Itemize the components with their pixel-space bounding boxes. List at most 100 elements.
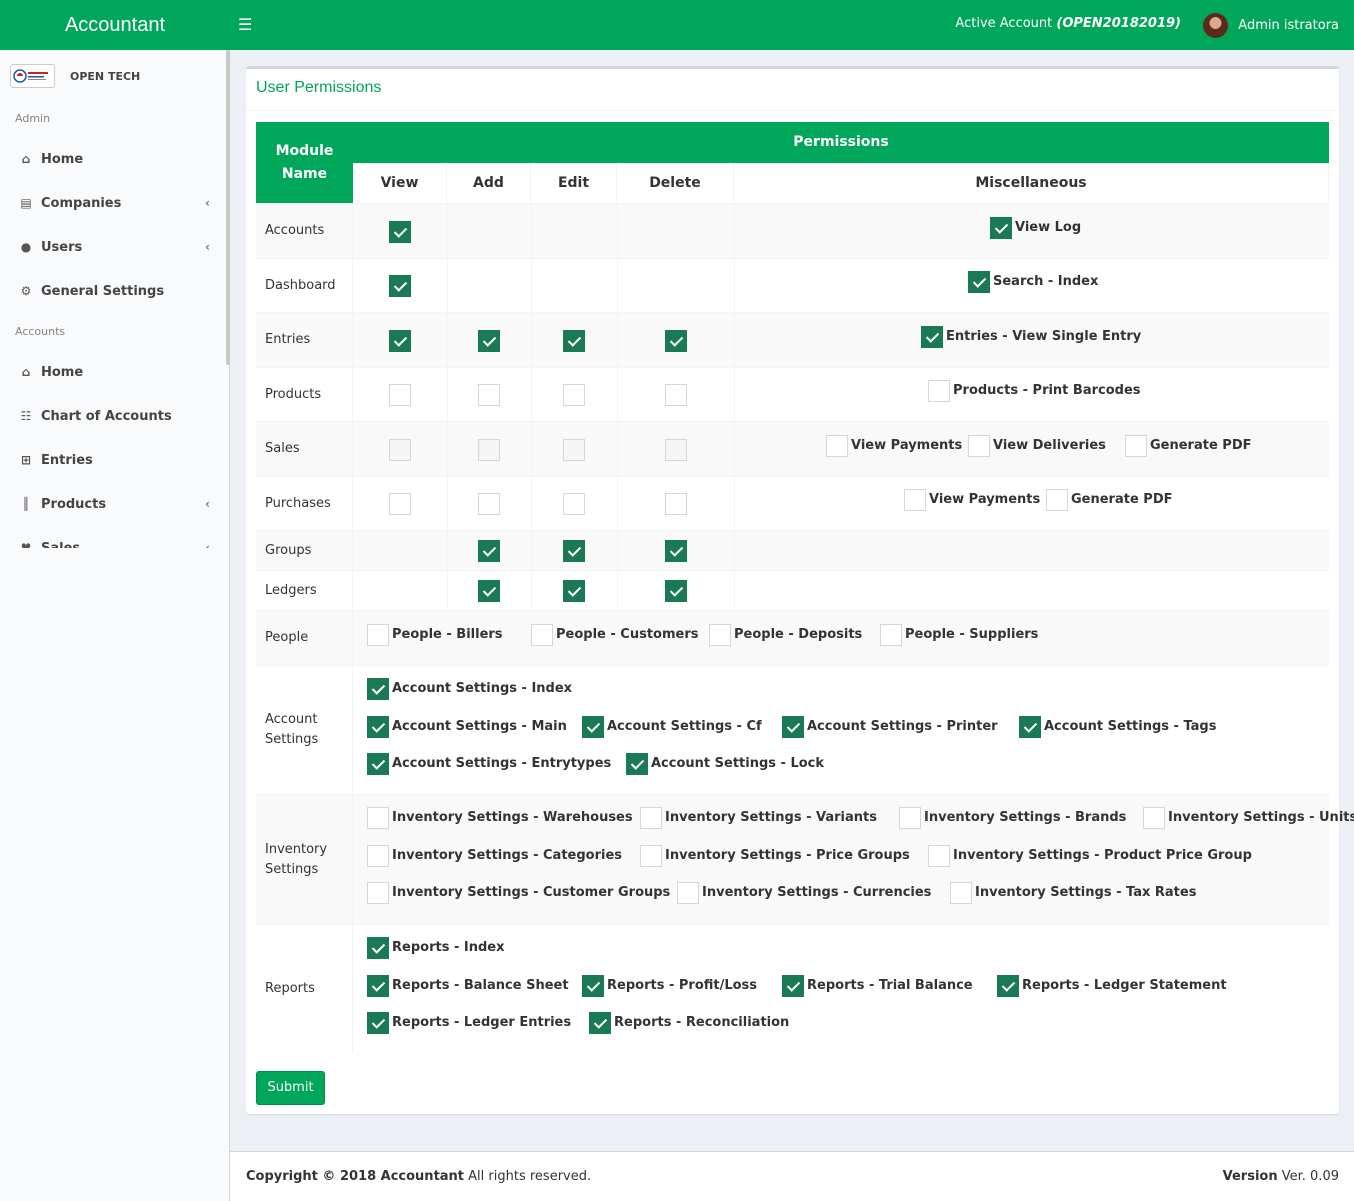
chevron-left-icon[interactable]: ‹ [205,541,210,548]
permission-label: Account Settings - Lock [651,756,825,771]
edit-checkbox[interactable] [563,439,585,461]
brand-logo[interactable]: Accountant [0,0,230,50]
view-checkbox[interactable] [389,275,411,297]
module-name-header-label: Module Name [275,143,334,182]
permission-checkbox[interactable] [997,975,1019,997]
permission-checkbox[interactable] [880,624,902,646]
add-checkbox[interactable] [478,493,500,515]
misc-checkbox[interactable] [928,380,950,402]
column-divider [447,313,448,367]
add-checkbox[interactable] [478,330,500,352]
permission-label: Inventory Settings - Product Price Group [953,848,1252,863]
permission-checkbox[interactable] [367,807,389,829]
add-checkbox[interactable] [478,439,500,461]
sidebar-item-companies[interactable]: ▤ Companies ‹ [0,181,228,225]
misc-checkbox[interactable] [968,435,990,457]
permission-label: People - Suppliers [905,627,1039,642]
add-checkbox[interactable] [478,540,500,562]
delete-checkbox[interactable] [665,439,687,461]
delete-checkbox[interactable] [665,580,687,602]
view-checkbox[interactable] [389,330,411,352]
add-checkbox[interactable] [478,580,500,602]
version-bold: Version [1222,1169,1278,1184]
permission-checkbox[interactable] [367,716,389,738]
sidebar-item-home[interactable]: ⌂ Home [0,137,228,181]
permission-label: Reports - Ledger Entries [392,1015,572,1030]
permission-checkbox[interactable] [531,624,553,646]
edit-checkbox[interactable] [563,384,585,406]
misc-checkbox[interactable] [1046,489,1068,511]
misc-checkbox[interactable] [921,326,943,348]
avatar[interactable] [1203,13,1229,38]
edit-checkbox[interactable] [563,330,585,352]
username[interactable]: Admin istratora [1238,18,1339,33]
delete-checkbox[interactable] [665,330,687,352]
module-name-header: Module Name [256,122,353,203]
copyright-bold: Copyright © 2018 Accountant [246,1169,465,1184]
home-icon: ⌂ [21,365,31,379]
submit-button[interactable]: Submit [256,1071,325,1105]
chevron-left-icon[interactable]: ‹ [205,196,210,210]
misc-checkbox[interactable] [990,217,1012,239]
permission-checkbox[interactable] [782,716,804,738]
chevron-left-icon[interactable]: ‹ [205,497,210,511]
delete-checkbox[interactable] [665,540,687,562]
edit-checkbox[interactable] [563,580,585,602]
sidebar-item-sales[interactable]: ♥ Sales ‹ [0,526,228,549]
sidebar-item-home[interactable]: ⌂ Home [0,350,228,394]
permission-checkbox[interactable] [367,845,389,867]
sidebar-item-users[interactable]: ● Users ‹ [0,225,228,269]
permission-label: Reports - Profit/Loss [607,978,758,993]
sidebar-item-chart-of-accounts[interactable]: ☷ Chart of Accounts [0,394,228,438]
permission-checkbox[interactable] [367,1012,389,1034]
misc-checkbox[interactable] [904,489,926,511]
permission-checkbox[interactable] [367,753,389,775]
sidebar-toggle-icon[interactable]: ☰ [238,15,264,35]
permission-label: Reports - Balance Sheet [392,978,569,993]
module-name-cell: Ledgers [256,571,353,610]
permission-checkbox[interactable] [640,807,662,829]
view-checkbox[interactable] [389,384,411,406]
permission-checkbox[interactable] [677,882,699,904]
permission-checkbox[interactable] [782,975,804,997]
module-name-cell: Groups [256,531,353,570]
permission-checkbox[interactable] [582,975,604,997]
permission-checkbox[interactable] [582,716,604,738]
view-checkbox[interactable] [389,221,411,243]
sidebar-scrollbar[interactable] [226,50,230,365]
misc-checkbox[interactable] [968,271,990,293]
sidebar-item-general-settings[interactable]: ⚙ General Settings [0,269,228,313]
delete-checkbox[interactable] [665,384,687,406]
misc-checkbox[interactable] [826,435,848,457]
user-menu[interactable]: Admin istratora [1203,13,1339,38]
sidebar-item-products[interactable]: ║ Products ‹ [0,482,228,526]
edit-checkbox[interactable] [563,540,585,562]
view-checkbox[interactable] [389,493,411,515]
permission-checkbox[interactable] [367,624,389,646]
chevron-left-icon[interactable]: ‹ [205,240,210,254]
misc-checkbox[interactable] [1125,435,1147,457]
column-divider [447,368,448,421]
permission-checkbox[interactable] [367,678,389,700]
permission-checkbox[interactable] [928,845,950,867]
permission-checkbox[interactable] [709,624,731,646]
edit-checkbox[interactable] [563,493,585,515]
heart-icon: ♥ [20,541,32,548]
permission-checkbox[interactable] [950,882,972,904]
permission-checkbox[interactable] [899,807,921,829]
permission-checkbox[interactable] [367,882,389,904]
column-divider [447,422,448,476]
permission-checkbox[interactable] [367,975,389,997]
view-checkbox[interactable] [389,439,411,461]
delete-checkbox[interactable] [665,493,687,515]
permission-checkbox[interactable] [589,1012,611,1034]
permission-label: Account Settings - Cf [607,719,762,734]
permission-checkbox[interactable] [626,753,648,775]
permission-checkbox[interactable] [1143,807,1165,829]
add-checkbox[interactable] [478,384,500,406]
column-divider [734,368,735,421]
permission-checkbox[interactable] [367,937,389,959]
permission-checkbox[interactable] [640,845,662,867]
permission-checkbox[interactable] [1019,716,1041,738]
sidebar-item-entries[interactable]: ⊞ Entries [0,438,228,482]
